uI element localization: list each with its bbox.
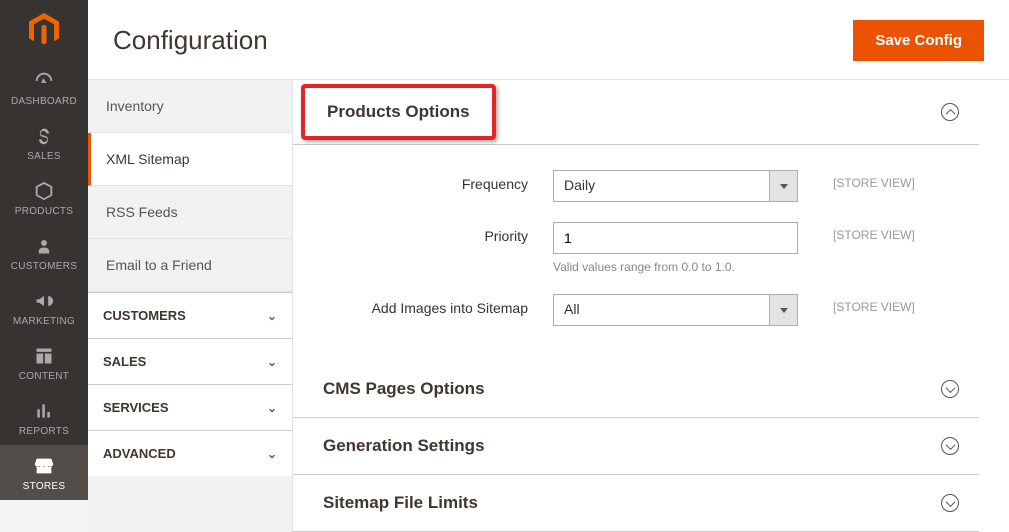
nav-customers[interactable]: CUSTOMERS — [0, 225, 88, 280]
config-tabs: InventoryXML SitemapRSS FeedsEmail to a … — [88, 80, 293, 532]
products-options-body: Frequency Daily [STORE VIEW] Priority Va… — [293, 145, 979, 361]
nav-label: SALES — [27, 151, 61, 162]
section-title: CMS Pages Options — [323, 379, 485, 399]
chevron-down-icon: ⌄ — [267, 355, 277, 369]
nav-label: DASHBOARD — [11, 96, 77, 107]
section-title: Generation Settings — [323, 436, 485, 456]
nav-label: REPORTS — [19, 426, 69, 437]
nav-stores[interactable]: STORES — [0, 445, 88, 500]
scope-label: [STORE VIEW] — [798, 222, 915, 242]
magento-logo[interactable] — [0, 0, 88, 60]
chevron-down-icon: ⌄ — [267, 447, 277, 461]
save-config-button[interactable]: Save Config — [853, 20, 984, 61]
config-group-sales[interactable]: SALES ⌄ — [88, 338, 292, 384]
nav-label: CONTENT — [19, 371, 69, 382]
chevron-down-icon: ⌄ — [267, 401, 277, 415]
group-label: SERVICES — [103, 400, 169, 415]
nav-sales[interactable]: SALES — [0, 115, 88, 170]
config-main: Products Options Frequency Daily [STORE … — [293, 80, 1009, 532]
admin-sidebar: DASHBOARD SALES PRODUCTS CUSTOMERS MARKETING… — [0, 0, 88, 500]
nav-label: PRODUCTS — [15, 206, 74, 217]
scope-label: [STORE VIEW] — [798, 170, 915, 190]
chevron-down-icon: ⌄ — [267, 309, 277, 323]
collapse-icon — [941, 103, 959, 121]
page-header: Configuration Save Config — [88, 0, 1009, 80]
section-products-options[interactable]: Products Options — [293, 80, 979, 145]
chart-icon — [34, 400, 54, 422]
field-frequency: Frequency Daily [STORE VIEW] — [293, 170, 959, 202]
section-title: Sitemap File Limits — [323, 493, 478, 513]
section-generation-settings[interactable]: Generation Settings — [293, 418, 979, 475]
nav-label: MARKETING — [13, 316, 75, 327]
frequency-select[interactable]: Daily — [553, 170, 798, 202]
config-tab-email-to-a-friend[interactable]: Email to a Friend — [88, 239, 292, 292]
field-priority: Priority Valid values range from 0.0 to … — [293, 222, 959, 274]
frequency-label: Frequency — [293, 170, 553, 192]
config-tab-inventory[interactable]: Inventory — [88, 80, 292, 133]
dashboard-icon — [33, 70, 55, 92]
scope-label: [STORE VIEW] — [798, 294, 915, 314]
chevron-down-icon — [769, 295, 797, 325]
nav-content[interactable]: CONTENT — [0, 335, 88, 390]
group-label: ADVANCED — [103, 446, 176, 461]
nav-label: STORES — [23, 481, 66, 492]
add-images-select[interactable]: All — [553, 294, 798, 326]
expand-icon — [941, 494, 959, 512]
priority-label: Priority — [293, 222, 553, 244]
group-label: SALES — [103, 354, 146, 369]
page-title: Configuration — [113, 25, 268, 56]
priority-help: Valid values range from 0.0 to 1.0. — [553, 260, 798, 274]
section-sitemap-file-limits[interactable]: Sitemap File Limits — [293, 475, 979, 532]
add-images-label: Add Images into Sitemap — [293, 294, 553, 316]
cube-icon — [33, 180, 55, 202]
megaphone-icon — [33, 290, 55, 312]
field-add-images: Add Images into Sitemap All [STORE VIEW] — [293, 294, 959, 326]
nav-reports[interactable]: REPORTS — [0, 390, 88, 445]
chevron-down-icon — [769, 171, 797, 201]
config-group-customers[interactable]: CUSTOMERS ⌄ — [88, 292, 292, 338]
nav-marketing[interactable]: MARKETING — [0, 280, 88, 335]
expand-icon — [941, 437, 959, 455]
config-tab-xml-sitemap[interactable]: XML Sitemap — [88, 133, 292, 186]
section-cms-pages-options[interactable]: CMS Pages Options — [293, 361, 979, 418]
config-group-services[interactable]: SERVICES ⌄ — [88, 384, 292, 430]
group-label: CUSTOMERS — [103, 308, 186, 323]
nav-products[interactable]: PRODUCTS — [0, 170, 88, 225]
config-tab-rss-feeds[interactable]: RSS Feeds — [88, 186, 292, 239]
person-icon — [35, 235, 53, 257]
dollar-icon — [34, 125, 54, 147]
expand-icon — [941, 380, 959, 398]
priority-input[interactable] — [553, 222, 798, 254]
store-icon — [33, 455, 55, 477]
nav-dashboard[interactable]: DASHBOARD — [0, 60, 88, 115]
config-group-advanced[interactable]: ADVANCED ⌄ — [88, 430, 292, 476]
nav-label: CUSTOMERS — [11, 261, 77, 272]
layout-icon — [34, 345, 54, 367]
